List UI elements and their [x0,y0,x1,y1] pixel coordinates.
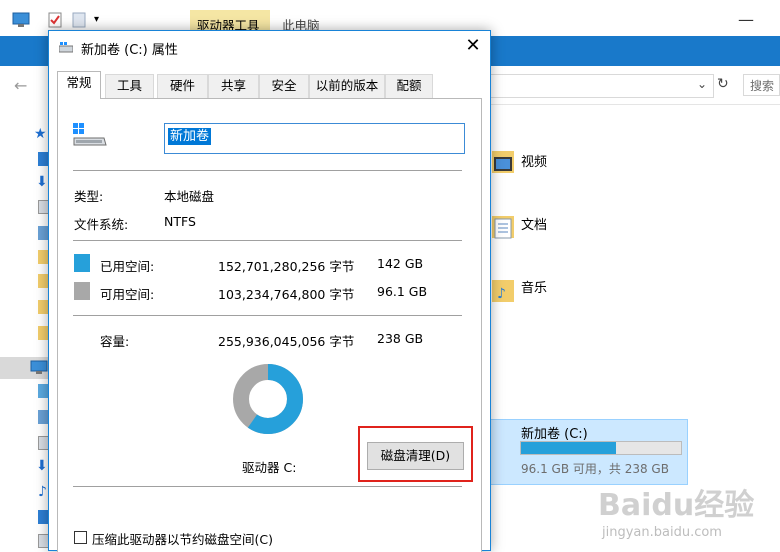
this-pc-icon [30,360,48,374]
minimize-icon[interactable]: — [738,10,754,29]
dialog-title: 新加卷 (C:) 属性 [81,43,178,58]
tab-previous-versions[interactable]: 以前的版本 [309,74,385,98]
type-label: 类型: [74,189,104,204]
address-input[interactable]: ⌄ [490,74,714,98]
search-input[interactable]: 搜索 [743,74,780,96]
volume-name-selected-text[interactable]: 新加卷 [168,128,212,145]
tab-quota[interactable]: 配额 [385,74,433,98]
separator [73,170,462,171]
disk-usage-donut [233,364,303,434]
free-space-bytes: 103,234,764,800 字节 [218,287,355,302]
back-arrow-icon[interactable]: ← [14,76,27,95]
used-space-label: 已用空间: [100,259,155,274]
separator [73,486,462,487]
svg-text:♪: ♪ [497,286,506,302]
free-space-size: 96.1 GB [377,284,428,299]
capacity-bytes: 255,936,045,056 字节 [218,334,355,349]
folder-label-documents[interactable]: 文档 [521,214,547,233]
highlight-annotation-box [358,426,473,482]
folder-label-videos[interactable]: 视频 [521,151,547,170]
quick-access-star-icon[interactable]: ★ [34,126,47,142]
properties-quick-icon[interactable] [48,12,62,28]
hard-drive-icon [73,123,107,146]
capacity-label: 容量: [100,334,130,349]
downloads-nav-icon-2[interactable]: ⬇ [36,458,48,474]
file-system-value: NTFS [164,214,196,229]
tab-general[interactable]: 常规 [57,71,101,99]
documents-folder-icon[interactable] [490,210,516,240]
general-tab-panel [57,98,482,552]
tab-security[interactable]: 安全 [259,74,309,98]
watermark-logo-text: Baidu经验 [598,488,755,523]
free-space-swatch [74,282,90,300]
music-nav-icon[interactable]: ♪ [38,484,47,500]
separator [73,315,462,316]
tab-sharing[interactable]: 共享 [208,74,259,98]
drive-title-icon [59,42,73,53]
tab-hardware[interactable]: 硬件 [157,74,208,98]
type-value: 本地磁盘 [164,189,215,204]
folder-label-music[interactable]: 音乐 [521,277,547,296]
downloads-nav-icon[interactable]: ⬇ [36,174,48,190]
watermark-url: jingyan.baidu.com [602,525,722,540]
compress-drive-checkbox[interactable] [74,531,87,544]
used-space-size: 142 GB [377,256,424,271]
new-folder-quick-icon[interactable] [72,12,86,28]
refresh-icon[interactable]: ↻ [717,76,729,92]
tab-tools[interactable]: 工具 [105,74,154,98]
free-space-label: 可用空间: [100,287,155,302]
computer-icon [12,12,30,27]
address-dropdown-icon[interactable]: ⌄ [697,77,707,91]
quick-access-dropdown-icon[interactable]: ▾ [94,14,99,25]
separator [73,240,462,241]
used-space-bytes: 152,701,280,256 字节 [218,259,355,274]
music-folder-icon[interactable]: ♪ [490,274,516,304]
compress-drive-label[interactable]: 压缩此驱动器以节约磁盘空间(C) [92,529,273,548]
drive-c-usage-fill [521,442,616,454]
used-space-swatch [74,254,90,272]
properties-dialog: 新加卷 (C:) 属性 ✕ 常规 工具 硬件 共享 安全 以前的版本 配额 新加… [48,30,491,552]
baidu-watermark: Baidu经验 jingyan.baidu.com [590,470,770,545]
video-folder-icon[interactable] [490,145,516,175]
drive-c-name[interactable]: 新加卷 (C:) [521,423,588,442]
file-system-label: 文件系统: [74,217,129,232]
drive-letter-label: 驱动器 C: [242,460,297,475]
capacity-size: 238 GB [377,331,424,346]
drive-c-usage-bar [520,441,682,455]
volume-name-input[interactable]: 新加卷 [164,123,465,154]
close-icon[interactable]: ✕ [461,35,485,57]
